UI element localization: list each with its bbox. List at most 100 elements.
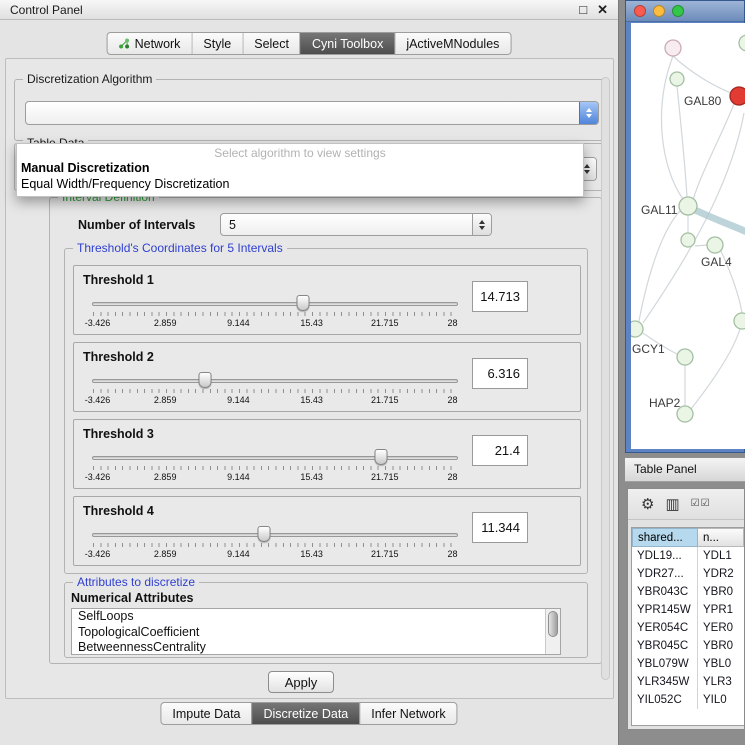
network-node-red[interactable]: [730, 87, 745, 105]
table-row[interactable]: YBL079WYBL0: [632, 655, 744, 673]
tab-label: Network: [135, 37, 181, 51]
table-row[interactable]: YER054CYER0: [632, 619, 744, 637]
network-node[interactable]: [665, 40, 681, 56]
attributes-list[interactable]: SelfLoops TopologicalCoefficient Between…: [71, 608, 561, 655]
cell-name: YLR3: [698, 673, 744, 691]
close-traffic-light-icon[interactable]: [634, 5, 646, 17]
table-row[interactable]: YLR345WYLR3: [632, 673, 744, 691]
tab-network[interactable]: Network: [108, 33, 192, 54]
combo-stepper-icon[interactable]: [579, 102, 598, 124]
tab-label: Infer Network: [371, 707, 445, 721]
float-window-icon[interactable]: □: [579, 1, 587, 19]
tab-cyni-toolbox[interactable]: Cyni Toolbox: [300, 33, 394, 54]
apply-button[interactable]: Apply: [268, 671, 334, 693]
threshold-4-panel: Threshold 4 -3.426 2.859 9.144 15.43 21.…: [73, 496, 581, 566]
slider-track: [92, 456, 458, 460]
threshold-2-value-field[interactable]: 6.316: [472, 358, 528, 389]
threshold-1-slider[interactable]: -3.426 2.859 9.144 15.43 21.715 28: [92, 293, 458, 331]
zoom-traffic-light-icon[interactable]: [672, 5, 684, 17]
columns-icon[interactable]: ▥: [665, 497, 679, 512]
network-canvas[interactable]: GAL80 GAL11 GAL4 GCY1 HAP2: [631, 23, 745, 449]
threshold-4-value-field[interactable]: 11.344: [472, 512, 528, 543]
thresholds-group: Threshold's Coordinates for 5 Intervals …: [64, 248, 588, 574]
gear-icon[interactable]: ⚙: [641, 497, 654, 512]
scale-label: -3.426: [85, 549, 111, 559]
threshold-2-slider[interactable]: -3.426 2.859 9.144 15.43 21.715 28: [92, 370, 458, 408]
slider-track: [92, 533, 458, 537]
list-item[interactable]: TopologicalCoefficient: [72, 625, 560, 641]
tab-select[interactable]: Select: [242, 33, 300, 54]
close-icon[interactable]: ✕: [597, 1, 608, 19]
table-toolbar: ⚙ ▥ ☑☑: [628, 489, 744, 520]
table-row[interactable]: YDL19...YDL1: [632, 547, 744, 565]
tab-impute-data[interactable]: Impute Data: [161, 703, 251, 724]
network-node[interactable]: [631, 321, 643, 337]
table-row[interactable]: YBR043CYBR0: [632, 583, 744, 601]
panel-scrollbar[interactable]: [601, 77, 610, 680]
slider-scale: -3.426 2.859 9.144 15.43 21.715 28: [92, 549, 458, 560]
window-title: Control Panel: [10, 3, 569, 17]
threshold-3-value-field[interactable]: 21.4: [472, 435, 528, 466]
threshold-3-slider[interactable]: -3.426 2.859 9.144 15.43 21.715 28: [92, 447, 458, 485]
slider-thumb[interactable]: [258, 526, 271, 542]
table-row[interactable]: YBR045CYBR0: [632, 637, 744, 655]
table-row[interactable]: YPR145WYPR1: [632, 601, 744, 619]
slider-thumb[interactable]: [199, 372, 212, 388]
cell-shared-name: YIL052C: [632, 691, 698, 709]
network-node[interactable]: [670, 72, 684, 86]
minimize-traffic-light-icon[interactable]: [653, 5, 665, 17]
list-item[interactable]: BetweennessCentrality: [72, 640, 560, 655]
list-item[interactable]: SelfLoops: [72, 609, 560, 625]
threshold-1-value-field[interactable]: 14.713: [472, 281, 528, 312]
slider-thumb[interactable]: [375, 449, 388, 465]
table-body: YDL19...YDL1 YDR27...YDR2 YBR043CYBR0 YP…: [632, 547, 744, 709]
tab-label: Style: [203, 37, 231, 51]
scale-label: 15.43: [300, 318, 323, 328]
table-header-row: shared... n...: [632, 528, 744, 547]
tab-style[interactable]: Style: [191, 33, 242, 54]
interval-definition-group: Interval Definition Number of Intervals …: [49, 197, 602, 664]
dropdown-prompt: Select algorithm to view settings: [17, 146, 583, 161]
network-node[interactable]: [679, 197, 697, 215]
slider-thumb[interactable]: [297, 295, 310, 311]
select-columns-icon[interactable]: ☑☑: [691, 499, 711, 509]
number-of-intervals-combo[interactable]: 5: [220, 213, 492, 236]
scale-label: 2.859: [154, 395, 177, 405]
cyni-bottom-tab-bar: Impute Data Discretize Data Infer Networ…: [160, 702, 457, 725]
slider-scale: -3.426 2.859 9.144 15.43 21.715 28: [92, 395, 458, 406]
scale-label: 9.144: [227, 395, 250, 405]
dropdown-option-equal-width-frequency[interactable]: Equal Width/Frequency Discretization: [17, 177, 583, 193]
scrollbar-thumb[interactable]: [548, 611, 558, 637]
dropdown-option-manual-discretization[interactable]: Manual Discretization: [17, 161, 583, 177]
threshold-4-slider[interactable]: -3.426 2.859 9.144 15.43 21.715 28: [92, 524, 458, 562]
attributes-group: Attributes to discretize Numerical Attri…: [64, 582, 588, 658]
cell-shared-name: YBL079W: [632, 655, 698, 673]
scale-label: 28: [447, 318, 457, 328]
list-scrollbar[interactable]: [545, 609, 560, 654]
table-row[interactable]: YIL052CYIL0: [632, 691, 744, 709]
network-node[interactable]: [734, 313, 745, 329]
tab-discretize-data[interactable]: Discretize Data: [252, 703, 360, 724]
network-node[interactable]: [677, 349, 693, 365]
network-node[interactable]: [739, 35, 745, 51]
scale-label: 9.144: [227, 318, 250, 328]
threshold-1-panel: Threshold 1 -3.426 2.859 9.144 15.43 21.…: [73, 265, 581, 335]
tab-label: Select: [254, 37, 289, 51]
combo-stepper-icon[interactable]: [472, 214, 491, 235]
threshold-3-panel: Threshold 3 -3.426 2.859 9.144 15.43 21.…: [73, 419, 581, 489]
column-header-shared-name[interactable]: shared...: [632, 528, 698, 547]
tab-jactivemnodules[interactable]: jActiveMNodules: [394, 33, 510, 54]
node-label-gal11: GAL11: [641, 203, 678, 217]
network-node[interactable]: [707, 237, 723, 253]
table-panel-title: Table Panel: [625, 457, 745, 482]
cell-name: YPR1: [698, 601, 744, 619]
algorithm-combo[interactable]: [25, 101, 599, 125]
tab-label: Discretize Data: [264, 707, 349, 721]
control-panel-tab-bar: Network Style Select Cyni Toolbox jActiv…: [107, 32, 512, 55]
tab-infer-network[interactable]: Infer Network: [359, 703, 456, 724]
network-view-window: GAL80 GAL11 GAL4 GCY1 HAP2: [625, 0, 745, 453]
network-node[interactable]: [681, 233, 695, 247]
scale-label: 28: [447, 549, 457, 559]
table-row[interactable]: YDR27...YDR2: [632, 565, 744, 583]
column-header-name[interactable]: n...: [698, 528, 744, 547]
